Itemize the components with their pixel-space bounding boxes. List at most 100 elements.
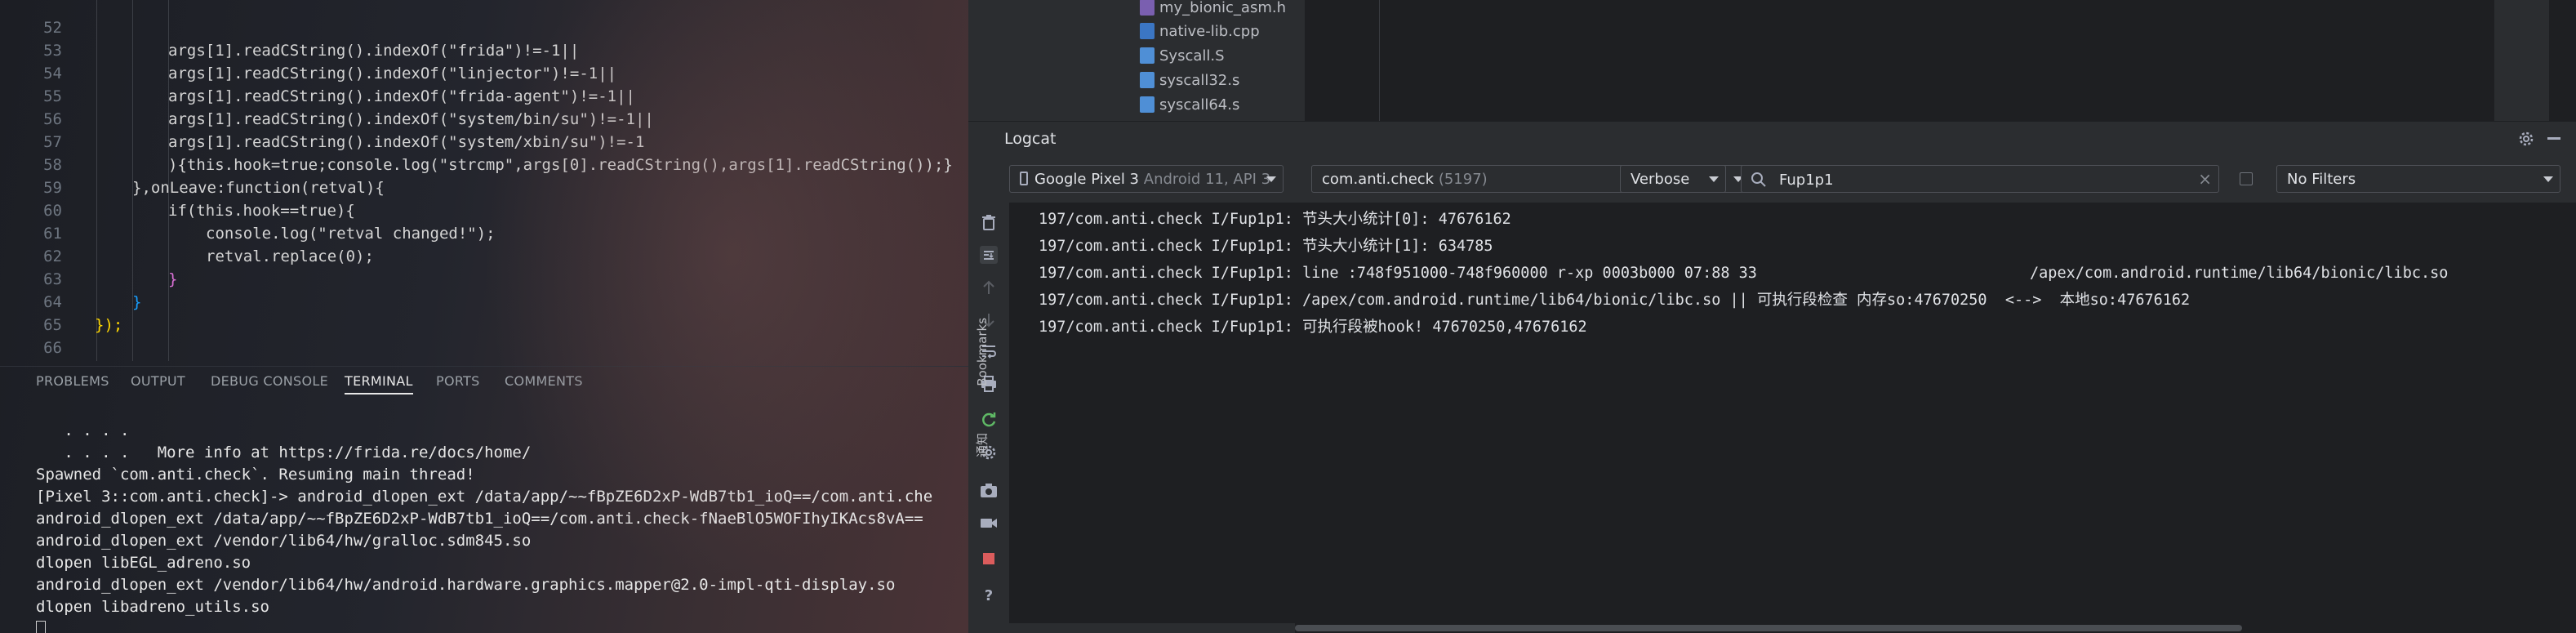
panel-tab-bar: PROBLEMS OUTPUT DEBUG CONSOLE TERMINAL P… [0, 366, 968, 396]
terminal-line: [Pixel 3::com.anti.check]-> android_dlop… [36, 488, 933, 506]
terminal-line: Spawned `com.anti.check`. Resuming main … [36, 466, 475, 484]
camera-icon[interactable] [979, 480, 999, 500]
code-line: 61 retval.replace(0); [0, 199, 968, 265]
terminal-line: . . . . [36, 421, 130, 439]
terminal-line: android_dlopen_ext /data/app/~~fBpZE6D2x… [36, 510, 923, 528]
code-line: 54 args[1].readCString().indexOf("frida-… [0, 39, 968, 105]
notifications-tool-label[interactable]: 通知 [975, 433, 990, 457]
terminal-line: dlopen libadreno_utils.so [36, 598, 269, 616]
filter-input[interactable] [1777, 167, 2173, 192]
terminal-cursor [36, 620, 46, 633]
code-line: 64 }); [0, 268, 968, 334]
gear-icon[interactable] [2516, 129, 2536, 149]
close-icon[interactable]: × [2198, 169, 2212, 189]
terminal-output[interactable]: . . . . . . . . More info at https://fri… [36, 420, 967, 633]
phone-icon [1020, 171, 1028, 185]
device-name: Google Pixel 3 [1034, 171, 1140, 188]
code-line: 62 } [0, 222, 968, 288]
code-line: 57 ){this.hook=true;console.log("strcmp"… [0, 108, 968, 174]
bookmarks-tool-label[interactable]: 通知 Bookmarks [973, 318, 990, 457]
video-icon[interactable] [979, 513, 999, 533]
svg-text:?: ? [985, 587, 993, 604]
tree-item-label: syscall32.s [1159, 72, 1240, 89]
search-icon [1751, 172, 1766, 187]
code-line: 65 [0, 291, 968, 334]
code-line: 66 [0, 314, 968, 357]
tab-debug-console[interactable]: DEBUG CONSOLE [211, 372, 328, 391]
android-studio-window: my_bionic_asm.h native-lib.cpp Syscall.S… [968, 0, 2576, 633]
scrollbar-thumb[interactable] [1295, 625, 2242, 631]
process-name: com.anti.check [1322, 171, 1435, 188]
logcat-output[interactable]: 197/com.anti.check I/Fup1p1: 节头大小统计[0]: … [1010, 203, 2576, 623]
logcat-title: Logcat [1004, 130, 1057, 148]
project-file-tree: my_bionic_asm.h native-lib.cpp Syscall.S… [968, 0, 1306, 121]
terminal-line: android_dlopen_ext /vendor/lib64/hw/andr… [36, 576, 896, 594]
tab-ports[interactable]: PORTS [436, 372, 480, 391]
tab-problems[interactable]: PROBLEMS [36, 372, 109, 391]
minimize-icon[interactable] [2547, 137, 2560, 140]
help-icon[interactable]: ? [979, 585, 999, 604]
tree-item-syscall32-s[interactable]: syscall32.s [1140, 69, 1239, 93]
asm-file-icon [1140, 96, 1155, 113]
asm-file-icon [1140, 47, 1155, 64]
tab-terminal[interactable]: TERMINAL [345, 372, 413, 395]
code-line: 55 args[1].readCString().indexOf("system… [0, 62, 968, 128]
editor-guide [1379, 0, 1380, 121]
chevron-down-icon [1266, 176, 1276, 182]
chevron-down-icon [2543, 176, 2553, 182]
tree-item-label: Syscall.S [1159, 47, 1225, 65]
scroll-to-end-icon[interactable] [979, 245, 999, 265]
log-line: 197/com.anti.check I/Fup1p1: 节头大小统计[0]: … [1039, 211, 1511, 228]
tree-item-label: syscall64.s [1159, 96, 1240, 114]
process-pid: (5197) [1438, 171, 1488, 188]
code-editor[interactable]: 52 args[1].readCString().indexOf("frida"… [0, 0, 968, 361]
vscode-pane: 52 args[1].readCString().indexOf("frida"… [0, 0, 968, 633]
terminal-line: android_dlopen_ext /vendor/lib64/hw/gral… [36, 532, 532, 550]
terminal-line: . . . . More info at https://frida.re/do… [36, 444, 532, 461]
tab-comments[interactable]: COMMENTS [505, 372, 583, 391]
log-line: 197/com.anti.check I/Fup1p1: 可执行段被hook! … [1039, 319, 1587, 336]
code-line: 60 console.log("retval changed!"); [0, 176, 968, 243]
log-level-value: Verbose [1631, 171, 1690, 188]
regex-checkbox[interactable] [2240, 172, 2253, 185]
editor-area[interactable] [1306, 0, 2494, 121]
tree-item-my-bionic-asm-h[interactable]: my_bionic_asm.h [1140, 0, 1286, 20]
tree-item-syscall64-s[interactable]: syscall64.s [1140, 93, 1239, 118]
chevron-down-icon [1709, 176, 1719, 182]
horizontal-scrollbar[interactable] [1295, 623, 2576, 633]
code-line: 53 args[1].readCString().indexOf("linjec… [0, 16, 968, 82]
logcat-toolbar: Google Pixel 3 Android 11, API 3 com.ant… [968, 155, 2576, 203]
log-level-select[interactable]: Verbose [1620, 165, 1726, 193]
project-area: my_bionic_asm.h native-lib.cpp Syscall.S… [968, 0, 2576, 121]
stop-icon[interactable] [979, 549, 999, 568]
logcat-filter[interactable]: × [1741, 165, 2219, 193]
code-line: 58 },onLeave:function(retval){ [0, 131, 968, 197]
header-file-icon [1140, 0, 1155, 16]
arrow-up-icon[interactable] [979, 278, 999, 297]
log-line: 197/com.anti.check I/Fup1p1: /apex/com.a… [1039, 292, 2191, 309]
bookmarks-label-text: Bookmarks [975, 317, 990, 386]
trash-icon[interactable] [979, 212, 999, 232]
log-line: 197/com.anti.check I/Fup1p1: 节头大小统计[1]: … [1039, 238, 1493, 255]
terminal-prompt[interactable] [36, 618, 967, 633]
asm-file-icon [1140, 72, 1155, 88]
code-line: 59 if(this.hook==true){ [0, 154, 968, 220]
code-line: 52 args[1].readCString().indexOf("frida"… [0, 0, 968, 60]
tree-item-label: native-lib.cpp [1159, 23, 1260, 40]
status-strip [968, 623, 1295, 633]
device-detail: Android 11, API 3 [1143, 171, 1271, 188]
line-number: 66 [43, 339, 62, 357]
code-line: 63 } [0, 245, 968, 311]
terminal-line: dlopen libEGL_adreno.so [36, 554, 251, 572]
filters-select[interactable]: No Filters [2276, 165, 2560, 193]
filters-value: No Filters [2287, 171, 2356, 188]
tool-window-strip [2549, 0, 2576, 121]
code-line: 56 args[1].readCString().indexOf("system… [0, 85, 968, 151]
tree-item-label: my_bionic_asm.h [1159, 0, 1287, 16]
device-select[interactable]: Google Pixel 3 Android 11, API 3 [1009, 165, 1284, 193]
tree-item-syscall-s[interactable]: Syscall.S [1140, 44, 1225, 69]
tab-output[interactable]: OUTPUT [131, 372, 185, 391]
cpp-file-icon [1140, 23, 1155, 39]
tree-item-native-lib-cpp[interactable]: native-lib.cpp [1140, 20, 1260, 44]
log-line: 197/com.anti.check I/Fup1p1: line :748f9… [1039, 265, 2449, 282]
